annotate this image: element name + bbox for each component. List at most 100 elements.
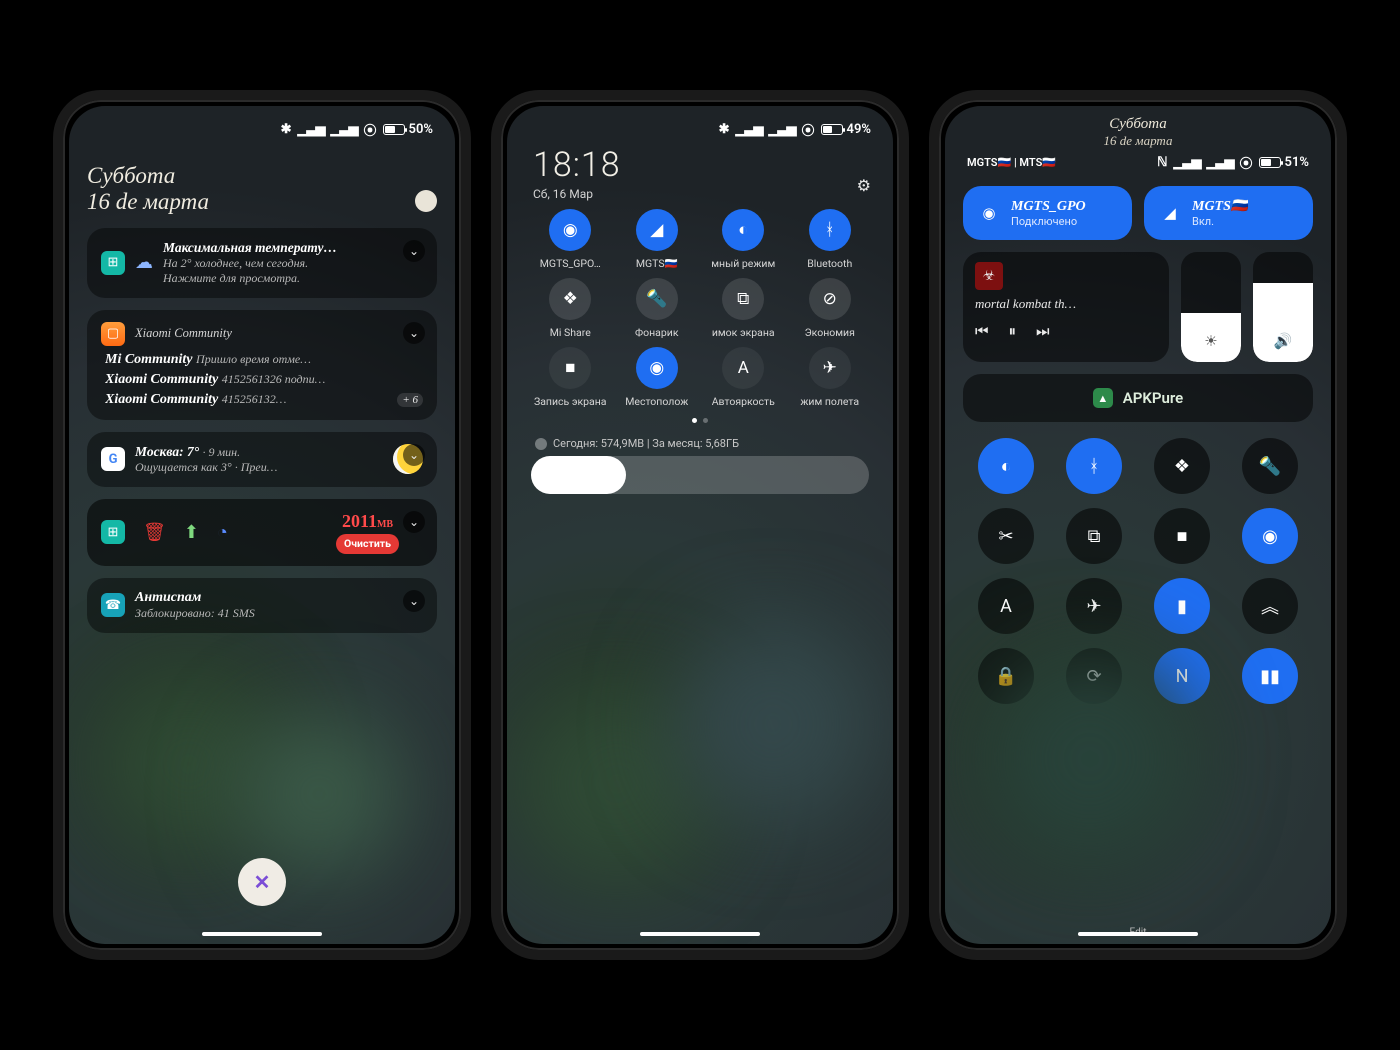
clear-all-button[interactable]: ✕: [238, 858, 286, 906]
qs-label: мный режим: [711, 257, 775, 270]
rocket-icon[interactable]: ⬆: [184, 522, 199, 543]
date-line2: 16 de марта: [945, 133, 1331, 149]
brightness-slider[interactable]: [531, 456, 869, 494]
signal-icon: ◢: [636, 209, 678, 251]
qs-tile[interactable]: ⊘Экономия: [791, 278, 870, 339]
phone-1: ✱ ▁▃▅ ▁▃▅ ⦿ 50% Суббота 16 de марта ⌄: [53, 90, 471, 960]
qs-tile[interactable]: ❖ Mi Share: [531, 278, 610, 339]
gear-icon[interactable]: ⚙: [857, 176, 871, 195]
chart-icon[interactable]: ◔: [217, 522, 228, 543]
community-row-text: 415256132…: [222, 392, 287, 406]
wifi-tile[interactable]: ◉ MGTS_GPOПодключено: [963, 186, 1132, 240]
chevron-down-icon[interactable]: ⌄: [403, 240, 425, 262]
apkpure-icon: ▲: [1093, 388, 1113, 408]
track-title: mortal kombat th…: [975, 296, 1157, 312]
signal-icon: ▁▃▅: [298, 122, 325, 137]
qs-tile[interactable]: ᚼ Bluetooth: [791, 209, 870, 270]
screenshot-icon[interactable]: ⧉: [1066, 508, 1122, 564]
community-app: Xiaomi Community: [135, 326, 232, 341]
community-card[interactable]: ⌄ ▢ Xiaomi Community Mi Community Пришло…: [87, 310, 437, 420]
cleaner-card[interactable]: ⌄ ⊞ 🗑 ⬆ ◔ 2011МВ Очистить: [87, 499, 437, 566]
mishare-icon: ❖: [549, 278, 591, 320]
status-bar: ✱ ▁▃▅ ▁▃▅ ⦿ 50%: [69, 106, 455, 141]
prev-icon[interactable]: ⏮: [975, 322, 989, 340]
volume-vertical-slider[interactable]: 🔊: [1253, 252, 1313, 362]
trash-icon[interactable]: 🗑: [143, 522, 166, 543]
qs-tile[interactable]: ◉Местополож: [618, 347, 697, 408]
sim-sub: Вкл.: [1192, 215, 1248, 228]
qs-tile[interactable]: ◐мный режим: [704, 209, 783, 270]
flashlight-icon[interactable]: 🔦: [1242, 438, 1298, 494]
screen-record-icon[interactable]: ■: [1154, 508, 1210, 564]
carriers: MGTS🇷🇺 | MTS🇷🇺: [967, 156, 1056, 169]
clock: 18:18: [533, 145, 867, 185]
dark-mode-icon[interactable]: ◐: [978, 438, 1034, 494]
chevron-down-icon[interactable]: ⌄: [403, 322, 425, 344]
split-icon[interactable]: ▮▮: [1242, 648, 1298, 704]
pause-icon[interactable]: ⏸: [1009, 322, 1017, 340]
qs-tile[interactable]: AАвтояркость: [704, 347, 783, 408]
status-bar: ✱ ▁▃▅ ▁▃▅ ⦿ 49%: [507, 106, 893, 141]
airplane-icon[interactable]: ✈: [1066, 578, 1122, 634]
chevron-down-icon[interactable]: ⌄: [403, 444, 425, 466]
weather-small-icon: [415, 190, 437, 212]
location-icon: ◉: [636, 347, 678, 389]
qs-label: Bluetooth: [807, 257, 852, 270]
bluetooth-status-icon: ✱: [719, 122, 730, 137]
app-icon-community: ▢: [101, 322, 125, 346]
chevron-down-icon[interactable]: ⌄: [403, 590, 425, 612]
auto-brightness-icon[interactable]: A: [978, 578, 1034, 634]
battery-indicator: 50%: [383, 122, 433, 137]
airplane-icon: ✈: [809, 347, 851, 389]
signal-icon-2: ▁▃▅: [331, 122, 358, 137]
home-indicator[interactable]: [202, 932, 322, 936]
sim-name: MGTS🇷🇺: [1192, 198, 1248, 215]
clean-button[interactable]: Очистить: [336, 534, 399, 554]
weather-card[interactable]: ⌄ ⊞ ☁ Максимальная температу… На 2° холо…: [87, 228, 437, 298]
home-indicator[interactable]: [640, 932, 760, 936]
qs-tile[interactable]: ◢MGTS🇷🇺: [618, 209, 697, 270]
date-day: Суббота: [945, 116, 1331, 133]
qs-label: имок экрана: [712, 326, 775, 339]
community-row-title: Mi Community: [105, 352, 193, 367]
memory-unit: МВ: [377, 519, 393, 530]
signal-icon-2: ▁▃▅: [1207, 155, 1234, 170]
antispam-card[interactable]: ⌄ ☎ Антиспам Заблокировано: 41 SMS: [87, 578, 437, 633]
qs-label: Mi Share: [550, 326, 591, 339]
signal-icon: ◢: [1158, 201, 1182, 225]
google-age: 9 мин.: [208, 445, 240, 459]
scissors-icon[interactable]: ✂: [978, 508, 1034, 564]
up-icon[interactable]: ︽: [1242, 578, 1298, 634]
google-head: Москва: 7°: [135, 444, 199, 459]
bluetooth-icon: ᚼ: [809, 209, 851, 251]
apkpure-card[interactable]: ▲ APKPure: [963, 374, 1313, 422]
brightness-vertical-slider[interactable]: ☀: [1181, 252, 1241, 362]
home-indicator[interactable]: [1078, 932, 1198, 936]
community-row-text: 4152561326 подпи…: [222, 372, 326, 386]
battery-text: 50%: [409, 122, 433, 137]
qs-tile[interactable]: ■Запись экрана: [531, 347, 610, 408]
bluetooth-icon[interactable]: ᚼ: [1066, 438, 1122, 494]
next-icon[interactable]: ⏭: [1036, 322, 1050, 340]
community-row-text: Пришло время отме…: [196, 352, 311, 366]
qs-tile[interactable]: ⧉ имок экрана: [704, 278, 783, 339]
sim-tile[interactable]: ◢ MGTS🇷🇺Вкл.: [1144, 186, 1313, 240]
weather-line2: Нажмите для просмотра.: [163, 271, 423, 286]
screenshot-icon: ⧉: [722, 278, 764, 320]
auto-brightness-icon: A: [722, 347, 764, 389]
date-line: Сб, 16 Мар: [533, 187, 867, 201]
files-icon[interactable]: ▮: [1154, 578, 1210, 634]
qs-tile[interactable]: ✈жим полета: [791, 347, 870, 408]
battery-text: 51%: [1285, 155, 1309, 170]
community-row-title: Xiaomi Community: [105, 392, 218, 407]
google-card[interactable]: ⌄ G Москва: 7° · 9 мин. Ощущается как 3°…: [87, 432, 437, 487]
mishare-icon[interactable]: ❖: [1154, 438, 1210, 494]
qs-tile[interactable]: 🔦Фонарик: [618, 278, 697, 339]
media-card[interactable]: ☣ mortal kombat th… ⏮ ⏸ ⏭: [963, 252, 1169, 362]
chevron-down-icon[interactable]: ⌄: [403, 511, 425, 533]
wifi-icon: ◉: [549, 209, 591, 251]
battery-indicator: 51%: [1259, 155, 1309, 170]
location-icon[interactable]: ◉: [1242, 508, 1298, 564]
qs-tile[interactable]: ◉MGTS_GPO…: [531, 209, 610, 270]
cloud-icon: ☁: [135, 252, 153, 273]
